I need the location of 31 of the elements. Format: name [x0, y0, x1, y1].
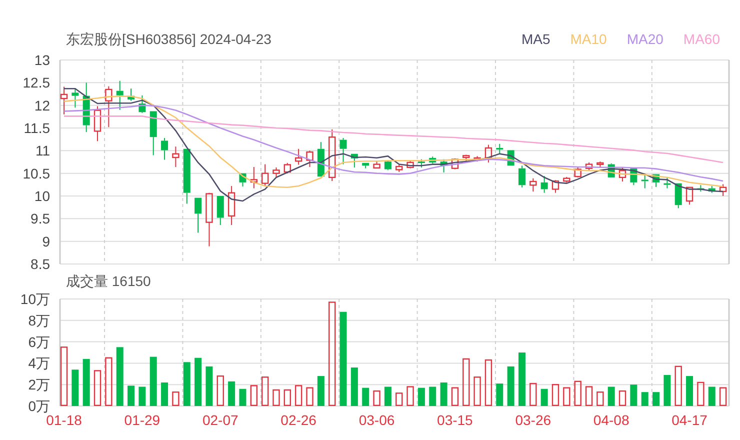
axis-label: 13: [34, 52, 50, 68]
axis-label: 8.5: [30, 256, 50, 270]
chart-title: 东宏股份[SH603856] 2024-04-23: [66, 30, 272, 48]
axis-label: 12: [34, 97, 50, 114]
axis-label: 02-26: [280, 412, 316, 428]
axis-label: 0万: [28, 398, 50, 414]
axis-label: 6万: [28, 334, 50, 350]
legend-label: MA20: [626, 30, 664, 48]
axis-label: 9: [42, 233, 50, 250]
axis-label: 8万: [28, 312, 50, 328]
axis-label: 01-18: [46, 412, 82, 428]
axis-label: 03-06: [358, 412, 395, 428]
axis-label: 12.5: [22, 74, 50, 91]
axis-label: 11: [35, 142, 50, 159]
axis-label: 10: [34, 188, 50, 204]
volume-title: 成交量 16150: [66, 272, 151, 290]
axis-label: 10.5: [22, 165, 50, 182]
legend-label: MA10: [570, 30, 607, 48]
legend-label: MA5: [521, 30, 550, 48]
axis-label: 03-26: [515, 412, 552, 428]
axis-label: 01-29: [124, 412, 160, 428]
axis-label: 2万: [28, 376, 50, 393]
axis-label: 11.5: [24, 120, 50, 136]
axis-label: 4万: [28, 355, 50, 372]
axis-label: 04-08: [593, 412, 630, 428]
legend-label: MA60: [683, 30, 720, 48]
axis-label: 10万: [20, 291, 50, 307]
axis-label: 03-15: [437, 412, 473, 428]
axis-label: 9.5: [30, 210, 50, 227]
axis-label: 04-17: [672, 412, 708, 428]
axis-label: 02-07: [202, 412, 238, 428]
